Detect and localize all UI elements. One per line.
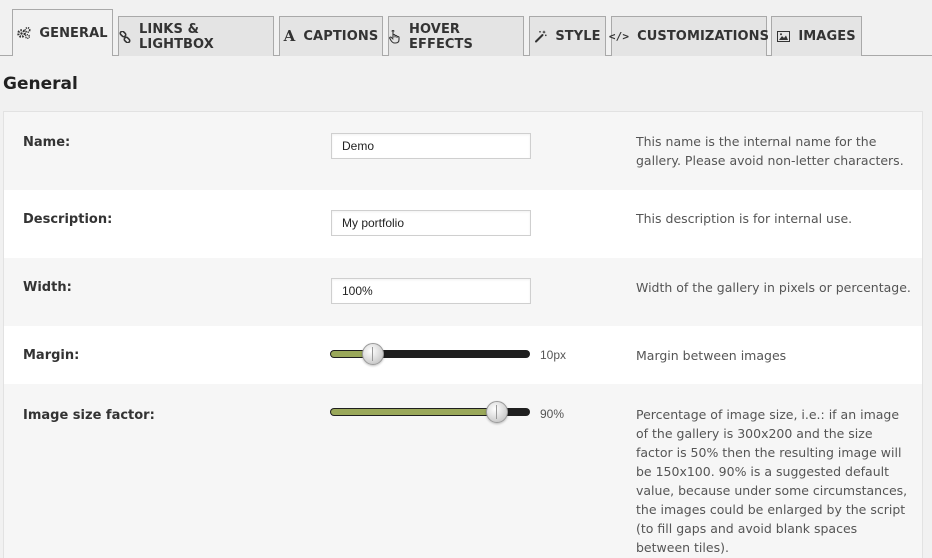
setting-row-description: Description: My portfolio This descripti…	[4, 190, 922, 258]
description-input[interactable]: My portfolio	[331, 210, 531, 236]
setting-row-width: Width: 100% Width of the gallery in pixe…	[4, 258, 922, 326]
margin-slider[interactable]	[330, 343, 530, 365]
font-icon: A	[283, 27, 296, 45]
setting-row-image-size-factor: Image size factor: 90% Percentage of ima…	[4, 384, 922, 558]
tab-images[interactable]: IMAGES	[771, 16, 862, 56]
tab-style[interactable]: STYLE	[529, 16, 606, 56]
magic-wand-icon	[534, 30, 547, 43]
name-input[interactable]: Demo	[331, 133, 531, 159]
setting-help: Width of the gallery in pixels or percen…	[636, 280, 911, 295]
slider-handle[interactable]	[486, 401, 508, 423]
tab-label: LINKS & LIGHTBOX	[139, 21, 214, 52]
setting-label: Name:	[23, 135, 71, 150]
pointer-hand-icon	[389, 29, 401, 44]
setting-row-margin: Margin: 10px Margin between images	[4, 326, 922, 384]
tab-label: GENERAL	[39, 25, 108, 41]
tab-label: CUSTOMIZATIONS	[637, 29, 770, 44]
setting-label: Image size factor:	[23, 408, 155, 423]
link-icon	[119, 30, 131, 43]
tab-label: HOVER EFFECTS	[409, 21, 473, 52]
setting-help: This name is the internal name for the g…	[636, 134, 904, 168]
gears-icon	[17, 27, 31, 39]
picture-icon	[777, 31, 791, 42]
width-input[interactable]: 100%	[331, 278, 531, 304]
image-size-factor-slider[interactable]	[330, 401, 530, 423]
margin-value: 10px	[540, 348, 567, 362]
setting-help: Margin between images	[636, 348, 787, 363]
code-icon: </>	[608, 30, 630, 43]
tab-label: STYLE	[555, 29, 601, 44]
setting-label: Margin:	[23, 348, 80, 363]
settings-panel: Name: Demo This name is the internal nam…	[3, 111, 923, 558]
tab-hover-effects[interactable]: HOVER EFFECTS	[388, 16, 524, 56]
slider-fill	[331, 409, 498, 415]
tab-captions[interactable]: A CAPTIONS	[279, 16, 383, 56]
setting-help: This description is for internal use.	[636, 211, 853, 226]
image-size-factor-value: 90%	[540, 407, 565, 421]
setting-label: Width:	[23, 280, 72, 295]
tab-general[interactable]: GENERAL	[12, 9, 113, 57]
tab-label: CAPTIONS	[303, 29, 379, 44]
tab-label: IMAGES	[798, 29, 856, 44]
setting-row-name: Name: Demo This name is the internal nam…	[4, 112, 922, 190]
slider-handle[interactable]	[362, 343, 384, 365]
setting-label: Description:	[23, 212, 113, 227]
tab-bar: GENERAL LINKS & LIGHTBOX A CAPTIONS HOVE…	[0, 0, 932, 57]
setting-help: Percentage of image size, i.e.: if an im…	[636, 407, 908, 555]
tab-customizations[interactable]: </> CUSTOMIZATIONS	[608, 16, 770, 56]
page-title: General	[3, 74, 78, 94]
tab-links-lightbox[interactable]: LINKS & LIGHTBOX	[118, 16, 274, 56]
